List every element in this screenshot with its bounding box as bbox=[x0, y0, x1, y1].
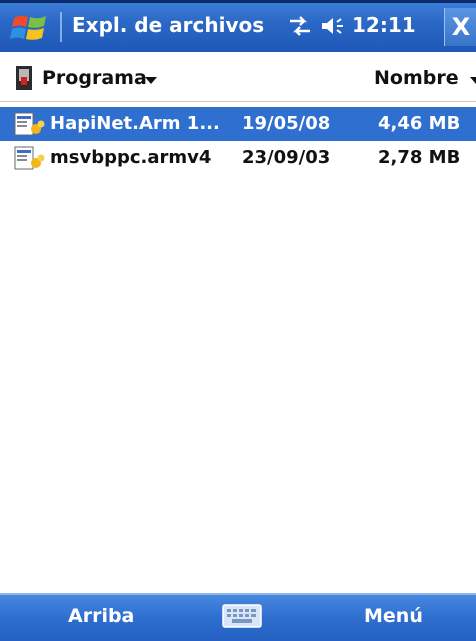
clock[interactable]: 12:11 bbox=[352, 13, 416, 37]
keyboard-icon[interactable] bbox=[222, 603, 262, 629]
executable-file-icon bbox=[14, 146, 46, 172]
menu-bar-edge bbox=[0, 593, 476, 595]
title-bar: Expl. de archivos 12:11 X bbox=[0, 0, 476, 52]
connectivity-icon[interactable] bbox=[286, 14, 314, 38]
file-date: 23/09/03 bbox=[242, 147, 331, 168]
file-name: HapiNet.Arm 1... bbox=[50, 113, 220, 134]
sort-dropdown[interactable]: Nombre bbox=[374, 67, 459, 89]
menu-bar: Arriba Menú bbox=[0, 593, 476, 641]
file-date: 19/05/08 bbox=[242, 113, 331, 134]
file-row[interactable]: HapiNet.Arm 1... 19/05/08 4,46 MB bbox=[0, 107, 476, 141]
executable-file-icon bbox=[14, 112, 46, 138]
file-row[interactable]: msvbppc.armv4 23/09/03 2,78 MB bbox=[0, 141, 476, 175]
sort-chevron-down-icon[interactable] bbox=[470, 77, 476, 84]
folder-icon[interactable] bbox=[15, 65, 33, 91]
folder-header: Programa Nombre bbox=[0, 57, 476, 102]
title-separator bbox=[60, 12, 62, 42]
file-size: 4,46 MB bbox=[378, 113, 461, 134]
folder-dropdown[interactable]: Programa bbox=[42, 67, 147, 89]
chevron-down-icon[interactable] bbox=[145, 77, 157, 84]
windows-start-icon[interactable] bbox=[8, 10, 54, 46]
file-name: msvbppc.armv4 bbox=[50, 147, 212, 168]
volume-icon[interactable] bbox=[318, 14, 346, 38]
menu-softkey[interactable]: Menú bbox=[364, 605, 423, 627]
app-title: Expl. de archivos bbox=[72, 13, 265, 37]
close-button[interactable]: X bbox=[444, 8, 476, 46]
title-bar-edge bbox=[0, 0, 476, 3]
up-softkey[interactable]: Arriba bbox=[68, 605, 134, 627]
file-size: 2,78 MB bbox=[378, 147, 461, 168]
